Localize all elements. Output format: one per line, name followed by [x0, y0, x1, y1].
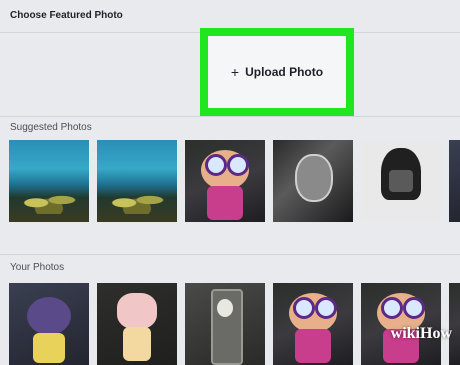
your-photo-partial[interactable] [449, 283, 460, 365]
your-photo-figure-goggles-1[interactable] [273, 283, 353, 365]
your-photos-label: Your Photos [10, 262, 65, 273]
your-photo-figure-coffin[interactable] [185, 283, 265, 365]
suggested-photo-partial[interactable] [449, 140, 460, 222]
wikihow-watermark: wikiHow [390, 325, 452, 342]
suggested-photos-label: Suggested Photos [10, 122, 92, 133]
suggested-photos-row [9, 140, 460, 222]
your-photo-figure-cat[interactable] [97, 283, 177, 365]
your-photos-row [9, 283, 460, 365]
upload-highlight: + Upload Photo [200, 28, 354, 116]
suggested-photo-sketch-portrait[interactable] [273, 140, 353, 222]
upload-photo-button[interactable]: + Upload Photo [208, 36, 346, 108]
section-divider [0, 116, 460, 117]
section-divider [0, 254, 460, 255]
suggested-photo-reef-2[interactable] [97, 140, 177, 222]
suggested-photo-reef-1[interactable] [9, 140, 89, 222]
suggested-photo-figure-goggles[interactable] [185, 140, 265, 222]
your-photo-figure-1[interactable] [9, 283, 89, 365]
dialog-title: Choose Featured Photo [10, 10, 123, 21]
plus-icon: + [230, 64, 240, 80]
your-photo-figure-goggles-2[interactable] [361, 283, 441, 365]
suggested-photo-vader[interactable] [361, 140, 441, 222]
upload-photo-label: Upload Photo [245, 65, 324, 79]
